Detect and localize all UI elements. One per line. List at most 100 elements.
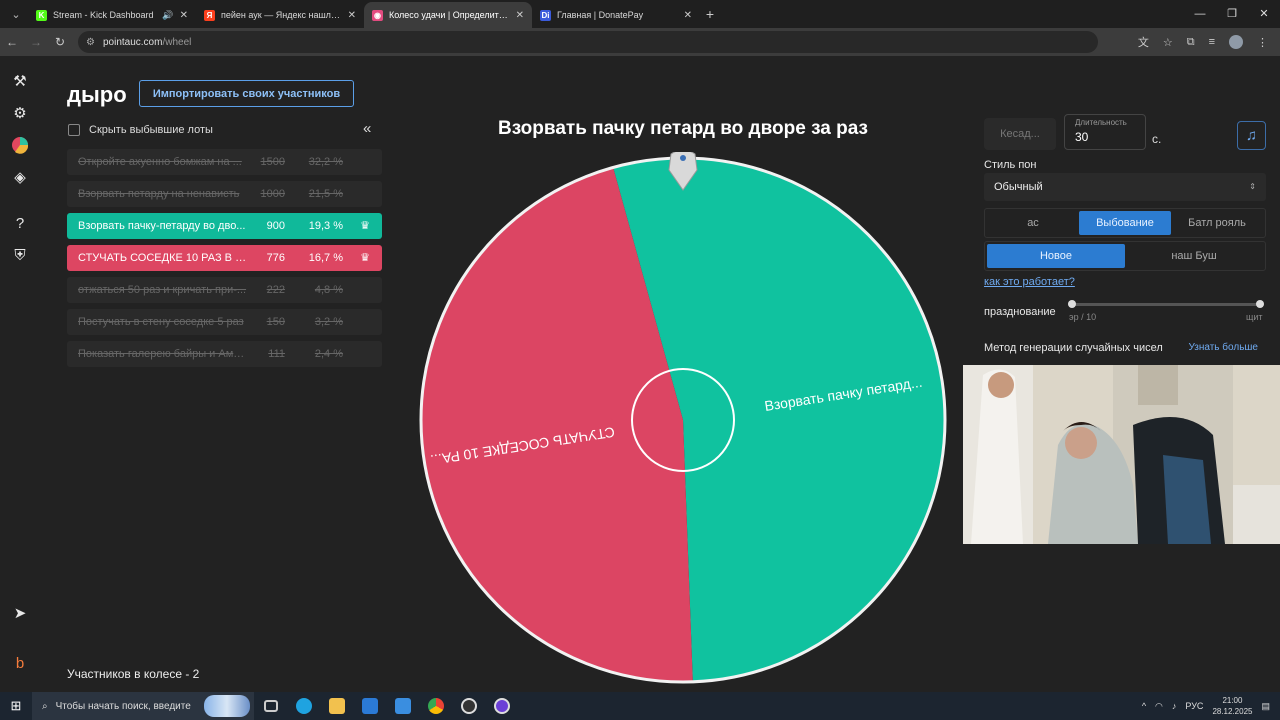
lot-name: Взорвать пачку-петарду во дво... [78,220,246,232]
style-value: Обычный [994,181,1043,193]
auction-gavel-icon[interactable]: ⚒ [10,72,30,92]
segment-option[interactable]: наш Буш [1125,244,1263,268]
media-icon[interactable]: ≡ [1209,36,1215,48]
url-field[interactable]: ⚙ pointauc.com/wheel [78,31,1098,53]
browser-tab[interactable]: Di Главная | DonatePay ✕ [532,2,700,28]
lot-amount: 1000 [260,188,285,200]
lot-percent: 19,3 % [308,220,343,232]
tab-close-icon[interactable]: ✕ [516,10,524,21]
obs-icon[interactable] [452,692,485,720]
taskbar-search[interactable]: ⌕ Чтобы начать поиск, введите [32,692,254,720]
preset-field[interactable]: Кесад... [984,118,1056,150]
url-path: /wheel [162,36,192,48]
bookmark-star-icon[interactable]: ☆ [1163,36,1173,49]
wheel-pointer-dot [680,155,686,161]
segment-option[interactable]: Новое [987,244,1125,268]
participants-count: Участников в колесе - 2 [67,667,200,681]
lot-amount: 150 [266,316,285,328]
lot-row[interactable]: Откройте ахуенно бомжам на ... 1500 32,2 % [67,149,382,175]
lot-percent: 21,5 % [308,188,343,200]
lot-name: Постучать в стену соседке 5 раз [78,316,244,328]
clock[interactable]: 21:00 28.12.2025 [1212,695,1252,717]
segment-option[interactable]: Выбование [1079,211,1171,235]
lot-amount: 1500 [260,156,285,168]
reload-icon[interactable]: ↻ [48,35,72,49]
tab-close-icon[interactable]: ✕ [348,10,356,21]
slider-knob-left[interactable] [1068,300,1076,308]
duration-label: Длительность [1075,118,1127,127]
tray-chevron-icon[interactable]: ^ [1142,701,1146,711]
lot-row[interactable]: Постучать в стену соседке 5 раз 150 3,2 % [67,309,382,335]
tab-title: пейен аук — Яндекс нашлось [221,10,342,20]
translate-icon[interactable]: 文 [1138,34,1149,50]
learn-more-link[interactable]: Узнать больше [1188,342,1258,353]
collapse-panel-button[interactable]: « [363,120,371,137]
back-icon[interactable]: ← [0,35,24,49]
windows-start-icon[interactable]: ⊞ [0,698,32,714]
notifications-icon[interactable]: ▤ [1261,701,1270,712]
telegram-icon[interactable]: ➤ [10,604,30,624]
music-note-icon[interactable]: ♫ [1237,121,1266,150]
segment-option[interactable]: Батл рояль [1171,211,1263,235]
volume-icon[interactable]: ♪ [1172,701,1177,711]
mail-icon[interactable] [386,692,419,720]
forward-icon[interactable]: → [24,35,48,49]
search-highlight-image [204,695,250,717]
slider-knob-right[interactable] [1256,300,1264,308]
site-info-icon[interactable]: ⚙ [86,37,95,48]
lot-name: Показать галерею байры и Амы-... [78,348,249,360]
minimize-icon[interactable]: — [1184,0,1216,28]
browser-tab[interactable]: Япейен аук — Яндекс нашлось ✕ [196,2,364,28]
lot-row[interactable]: отжаться 50 раз и кричать при-... 222 4,8 … [67,277,382,303]
settings-gear-icon[interactable]: ⚙ [10,104,30,124]
chrome-icon[interactable] [419,692,452,720]
how-it-works-link[interactable]: как это работает? [984,276,1075,288]
tab-audio-icon[interactable]: 🔊 [162,10,173,21]
language-indicator[interactable]: РУС [1185,701,1203,711]
hide-dropped-checkbox[interactable] [68,124,80,136]
shield-icon[interactable]: ⛨ [10,246,30,266]
wheel-of-fortune[interactable]: Взорвать пачку петард...СТУЧАТЬ СОСЕДКЕ … [415,152,951,688]
wheel-winner-title: Взорвать пачку петард во дворе за раз [497,118,868,139]
segment-option[interactable]: ас [987,211,1079,235]
winner-cup-icon[interactable]: ♛ [358,251,372,265]
winner-cup-icon[interactable]: ♛ [358,219,372,233]
lot-amount: 900 [266,220,285,232]
tab-search-icon[interactable]: ⌄ [4,3,28,25]
import-participants-button[interactable]: Импортировать своих участников [139,80,354,107]
store-icon[interactable] [353,692,386,720]
duration-field[interactable]: Длительность 30 [1064,114,1146,150]
tab-favicon-icon: Di [540,9,551,21]
webcam-overlay [963,365,1280,544]
new-tab-button[interactable]: + [700,6,720,22]
lot-row[interactable]: Показать галерею байры и Амы-... 111 2,4 % [67,341,382,367]
boosty-icon[interactable]: b [10,654,30,674]
lot-row[interactable]: Взорвать пачку-петарду во дво... 900 19,3 … [67,213,382,239]
app-circle-icon[interactable] [485,692,518,720]
style-select[interactable]: Обычный ⇕ [984,173,1266,201]
close-window-icon[interactable]: ✕ [1248,0,1280,28]
hide-dropped-toggle[interactable]: Скрыть выбывшие лоты [68,124,213,136]
edge-icon[interactable] [287,692,320,720]
celebration-slider[interactable] [1068,300,1264,308]
help-icon[interactable]: ? [10,214,30,234]
lot-percent: 32,2 % [308,156,343,168]
extensions-icon[interactable]: ⧉ [1187,36,1195,49]
layers-icon[interactable]: ◈ [10,168,30,188]
lot-row[interactable]: СТУЧАТЬ СОСЕДКЕ 10 РАЗ В СТ... 776 16,7 % ♛ [67,245,382,271]
tab-close-icon[interactable]: ✕ [180,10,188,21]
browser-tab[interactable]: K Stream - Kick Dashboard 🔊 ✕ [28,2,196,28]
wheel-pie-icon[interactable] [10,136,30,156]
profile-avatar[interactable] [1229,35,1243,49]
file-explorer-icon[interactable] [320,692,353,720]
search-icon: ⌕ [42,700,48,712]
browser-tab[interactable]: ◉ Колесо удачи | Определите по ✕ [364,2,532,28]
wifi-icon[interactable]: ◠ [1155,701,1163,712]
tab-close-icon[interactable]: ✕ [684,10,692,21]
task-view-icon[interactable] [254,692,287,720]
restore-icon[interactable]: ❐ [1216,0,1248,28]
lots-list: Откройте ахуенно бомжам на ... 1500 32,2 %… [67,149,382,373]
lot-row[interactable]: Взорвать петарду на ненависть 1000 21,5 % [67,181,382,207]
menu-dots-icon[interactable]: ⋮ [1257,36,1268,49]
window-controls: — ❐ ✕ [1184,0,1280,28]
